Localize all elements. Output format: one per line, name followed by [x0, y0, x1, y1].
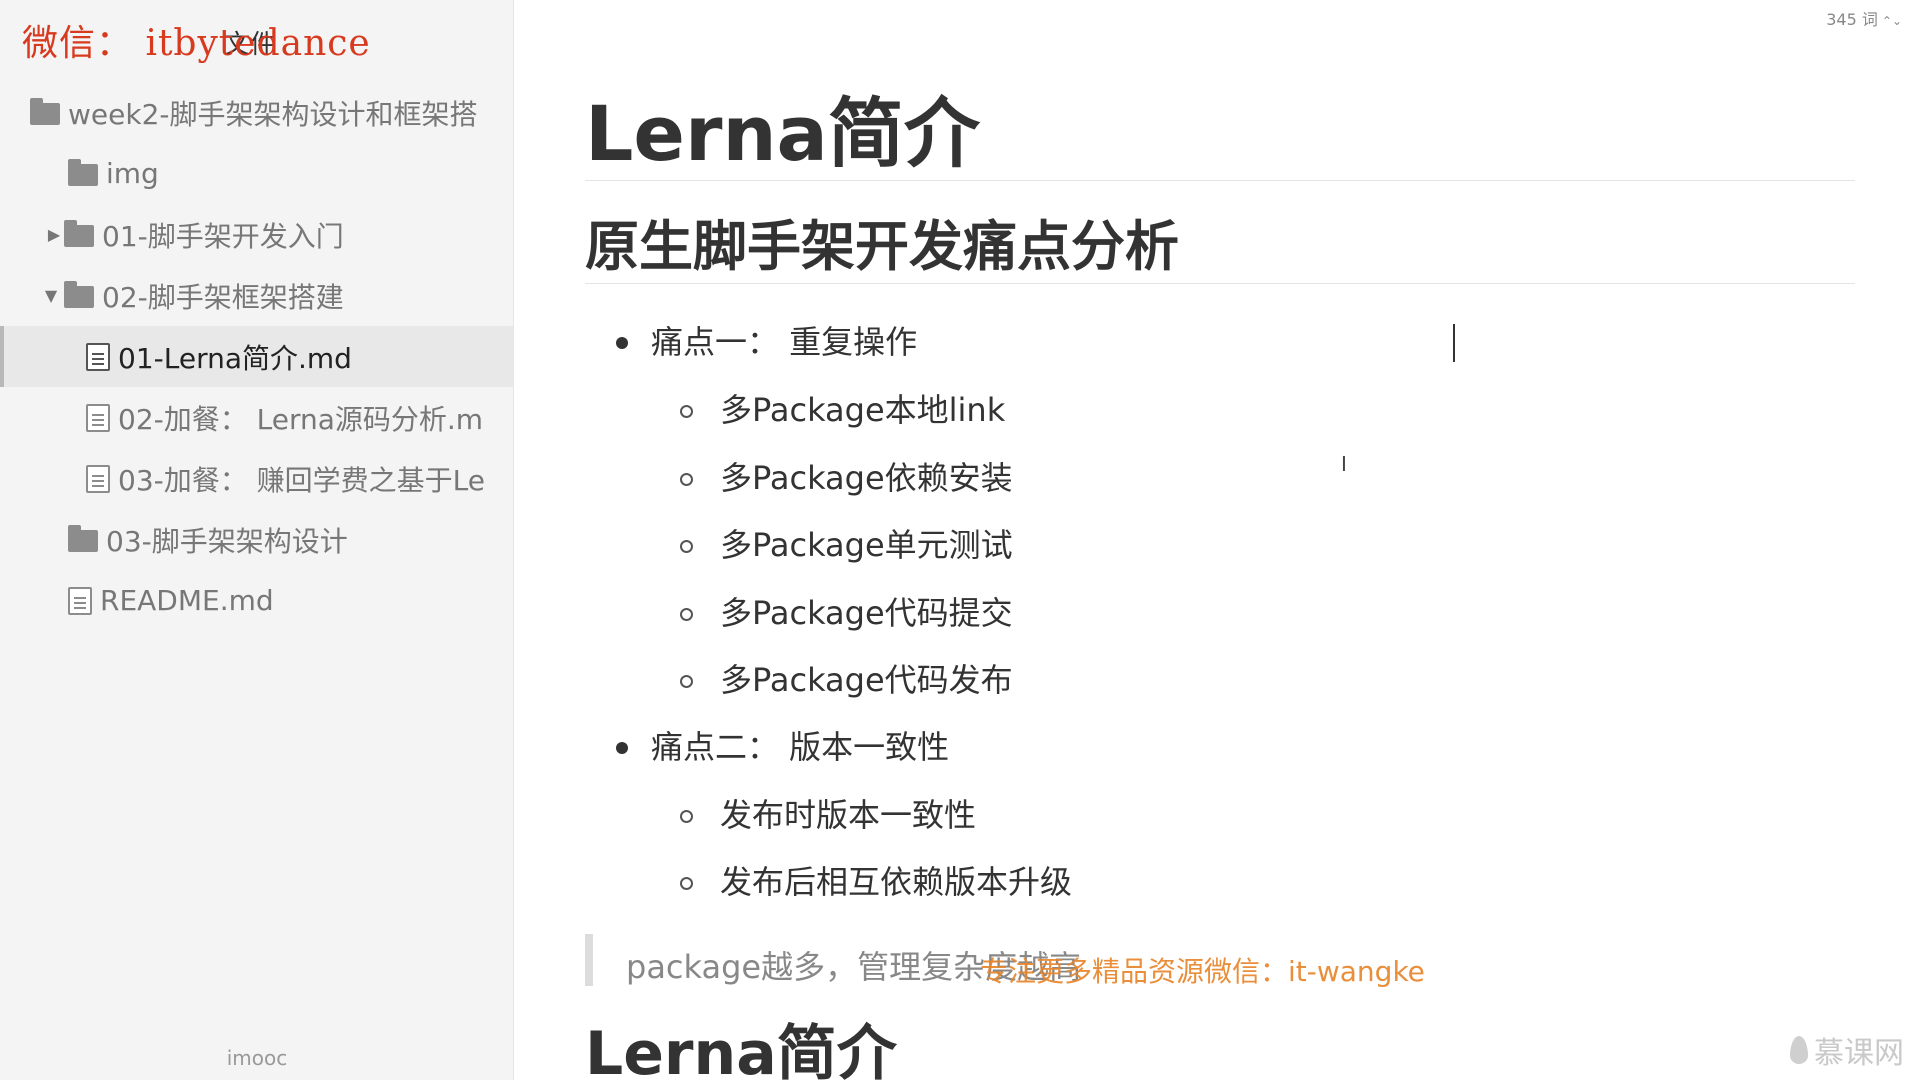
list-item[interactable]: 多Package单元测试 [720, 529, 1013, 561]
circle-bullet-icon [680, 608, 693, 621]
ibeam-cursor-icon: I [1341, 452, 1347, 476]
editor-pane[interactable]: 345 词 ⌃⌄ Lerna简介 原生脚手架开发痛点分析 痛点一： 重复操作 多P… [515, 0, 1920, 1080]
folder-icon [64, 225, 94, 247]
tree-item-label: 02-脚手架框架搭建 [102, 276, 344, 316]
folder-icon [68, 164, 98, 186]
tree-item-label: 03-脚手架架构设计 [106, 520, 348, 560]
watermark-overlay: 专注更多精品资源微信：it-wangke [980, 950, 1425, 990]
bullet-icon [616, 337, 628, 349]
circle-bullet-icon [680, 405, 693, 418]
file-sidebar: 文件 微信： itbytedance week2-脚手架架构设计和框架搭 img… [0, 0, 514, 1080]
brand-logo: 慕课网 [1790, 1028, 1904, 1072]
list-item[interactable]: 发布时版本一致性 [720, 799, 976, 831]
list-item[interactable]: 多Package依赖安装 [720, 462, 1013, 494]
tree-item-label: week2-脚手架架构设计和框架搭 [68, 93, 478, 133]
heading-1-rule [585, 180, 1855, 181]
document-icon [86, 343, 110, 371]
list-item[interactable]: 多Package本地link [720, 394, 1005, 426]
tree-item-img-folder[interactable]: img [0, 143, 514, 204]
sidebar-footer: imooc [0, 1046, 514, 1070]
circle-bullet-icon [680, 810, 693, 823]
tree-item-label: 03-加餐： 赚回学费之基于Le [118, 459, 485, 499]
list-item[interactable]: 多Package代码提交 [720, 597, 1013, 629]
file-tree: week2-脚手架架构设计和框架搭 img ▶ 01-脚手架开发入门 ▼ 02-… [0, 82, 514, 631]
tree-item-label: img [106, 157, 159, 190]
heading-2[interactable]: 原生脚手架开发痛点分析 [585, 220, 1179, 274]
heading-1-next[interactable]: Lerna简介 [585, 1024, 897, 1084]
bullet-icon [616, 742, 628, 754]
heading-1[interactable]: Lerna简介 [585, 96, 980, 172]
list-item[interactable]: 多Package代码发布 [720, 664, 1013, 696]
chevron-down-icon[interactable]: ▼ [40, 286, 62, 305]
circle-bullet-icon [680, 675, 693, 688]
list-item[interactable]: 发布后相互依赖版本升级 [720, 866, 1072, 898]
tree-item-02-folder[interactable]: ▼ 02-脚手架框架搭建 [0, 265, 514, 326]
document-icon [86, 404, 110, 432]
heading-2-rule [585, 283, 1855, 284]
circle-bullet-icon [680, 473, 693, 486]
tree-item-label: 02-加餐： Lerna源码分析.m [118, 398, 483, 438]
flame-icon [1790, 1036, 1808, 1064]
folder-icon [68, 530, 98, 552]
tree-item-label: README.md [100, 584, 274, 617]
tree-item-earn-back-file[interactable]: 03-加餐： 赚回学费之基于Le [0, 448, 514, 509]
list-item[interactable]: 痛点一： 重复操作 [651, 326, 917, 358]
circle-bullet-icon [680, 877, 693, 890]
document-icon [68, 587, 92, 615]
tree-item-label: 01-脚手架开发入门 [102, 215, 344, 255]
circle-bullet-icon [680, 540, 693, 553]
watermark-top-left: 微信： itbytedance [22, 14, 371, 66]
document-icon [86, 465, 110, 493]
tree-item-03-folder[interactable]: 03-脚手架架构设计 [0, 509, 514, 570]
word-count-label: 345 词 [1826, 10, 1878, 29]
tree-item-lerna-source-file[interactable]: 02-加餐： Lerna源码分析.m [0, 387, 514, 448]
tree-item-readme-file[interactable]: README.md [0, 570, 514, 631]
tree-item-01-folder[interactable]: ▶ 01-脚手架开发入门 [0, 204, 514, 265]
tree-item-week2-folder[interactable]: week2-脚手架架构设计和框架搭 [0, 82, 514, 143]
folder-icon [30, 103, 60, 125]
chevron-right-icon[interactable]: ▶ [46, 225, 62, 244]
text-cursor [1453, 324, 1455, 362]
tree-item-lerna-intro-file[interactable]: 01-Lerna简介.md [0, 326, 514, 387]
list-item[interactable]: 痛点二： 版本一致性 [651, 731, 949, 763]
word-count[interactable]: 345 词 ⌃⌄ [1826, 6, 1902, 30]
folder-icon [64, 286, 94, 308]
tree-item-label: 01-Lerna简介.md [118, 337, 352, 377]
updown-chevron-icon: ⌃⌄ [1882, 14, 1902, 28]
brand-label: 慕课网 [1814, 1028, 1904, 1072]
sidebar-header: 文件 微信： itbytedance [0, 0, 514, 70]
